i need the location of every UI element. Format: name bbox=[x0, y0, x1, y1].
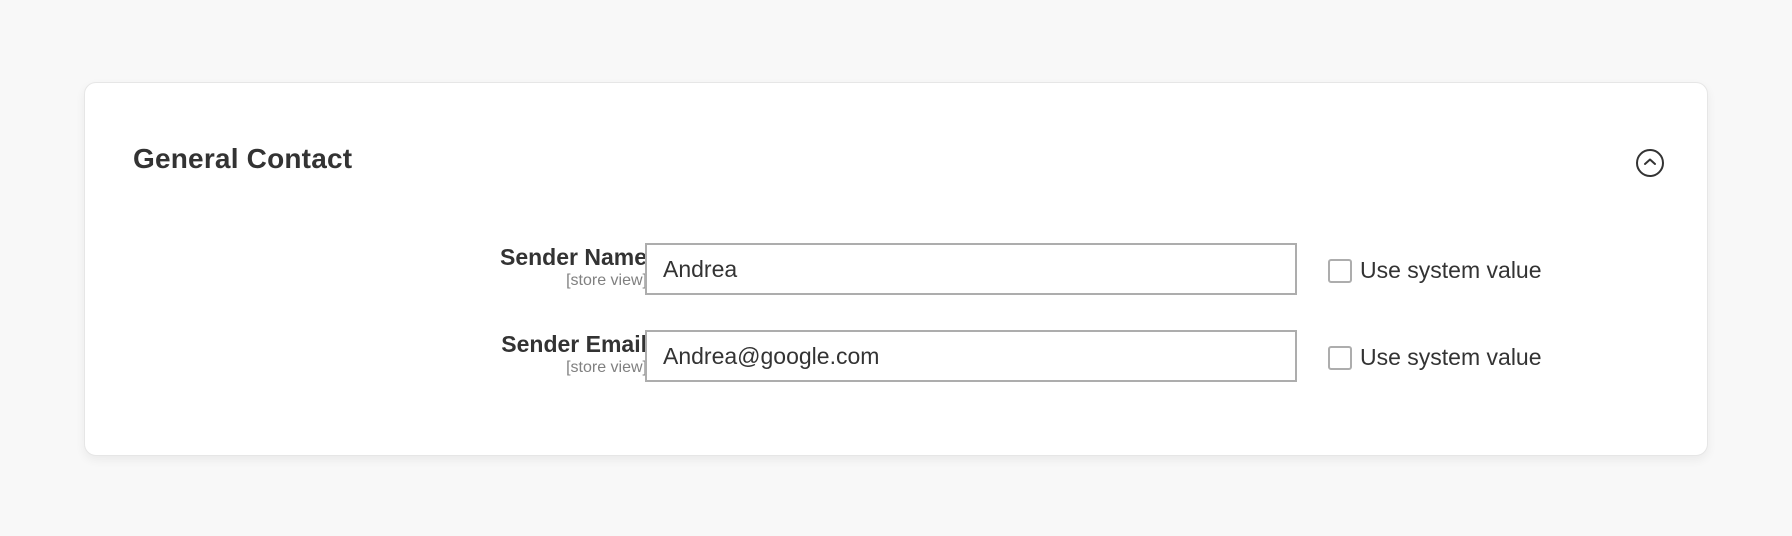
sender-name-use-system-value-checkbox[interactable] bbox=[1328, 258, 1352, 283]
sender-name-row: Sender Name [store view] Use system valu… bbox=[85, 243, 1707, 297]
section-title: General Contact bbox=[133, 143, 353, 174]
sender-email-label: Sender Email bbox=[501, 331, 647, 357]
sender-email-use-system-value-label: Use system value bbox=[1360, 344, 1542, 370]
sender-name-label-group: Sender Name [store view] bbox=[500, 243, 647, 291]
sender-name-use-system-value-label: Use system value bbox=[1360, 257, 1542, 283]
chevron-up-icon bbox=[1644, 158, 1656, 165]
general-contact-panel: General Contact Sender Name [store view]… bbox=[84, 82, 1708, 456]
sender-email-input[interactable] bbox=[645, 330, 1297, 382]
sender-email-label-group: Sender Email [store view] bbox=[501, 330, 647, 378]
sender-name-label: Sender Name bbox=[499, 244, 647, 270]
sender-name-input[interactable] bbox=[645, 243, 1297, 295]
sender-email-use-system-value[interactable]: Use system value bbox=[1328, 344, 1542, 371]
sender-email-use-system-value-checkbox[interactable] bbox=[1328, 345, 1352, 370]
sender-email-row: Sender Email [store view] Use system val… bbox=[85, 330, 1707, 384]
sender-name-use-system-value[interactable]: Use system value bbox=[1328, 257, 1542, 284]
collapse-section-button[interactable] bbox=[1636, 149, 1664, 177]
sender-name-scope: [store view] bbox=[566, 272, 647, 289]
sender-email-scope: [store view] bbox=[566, 359, 647, 376]
